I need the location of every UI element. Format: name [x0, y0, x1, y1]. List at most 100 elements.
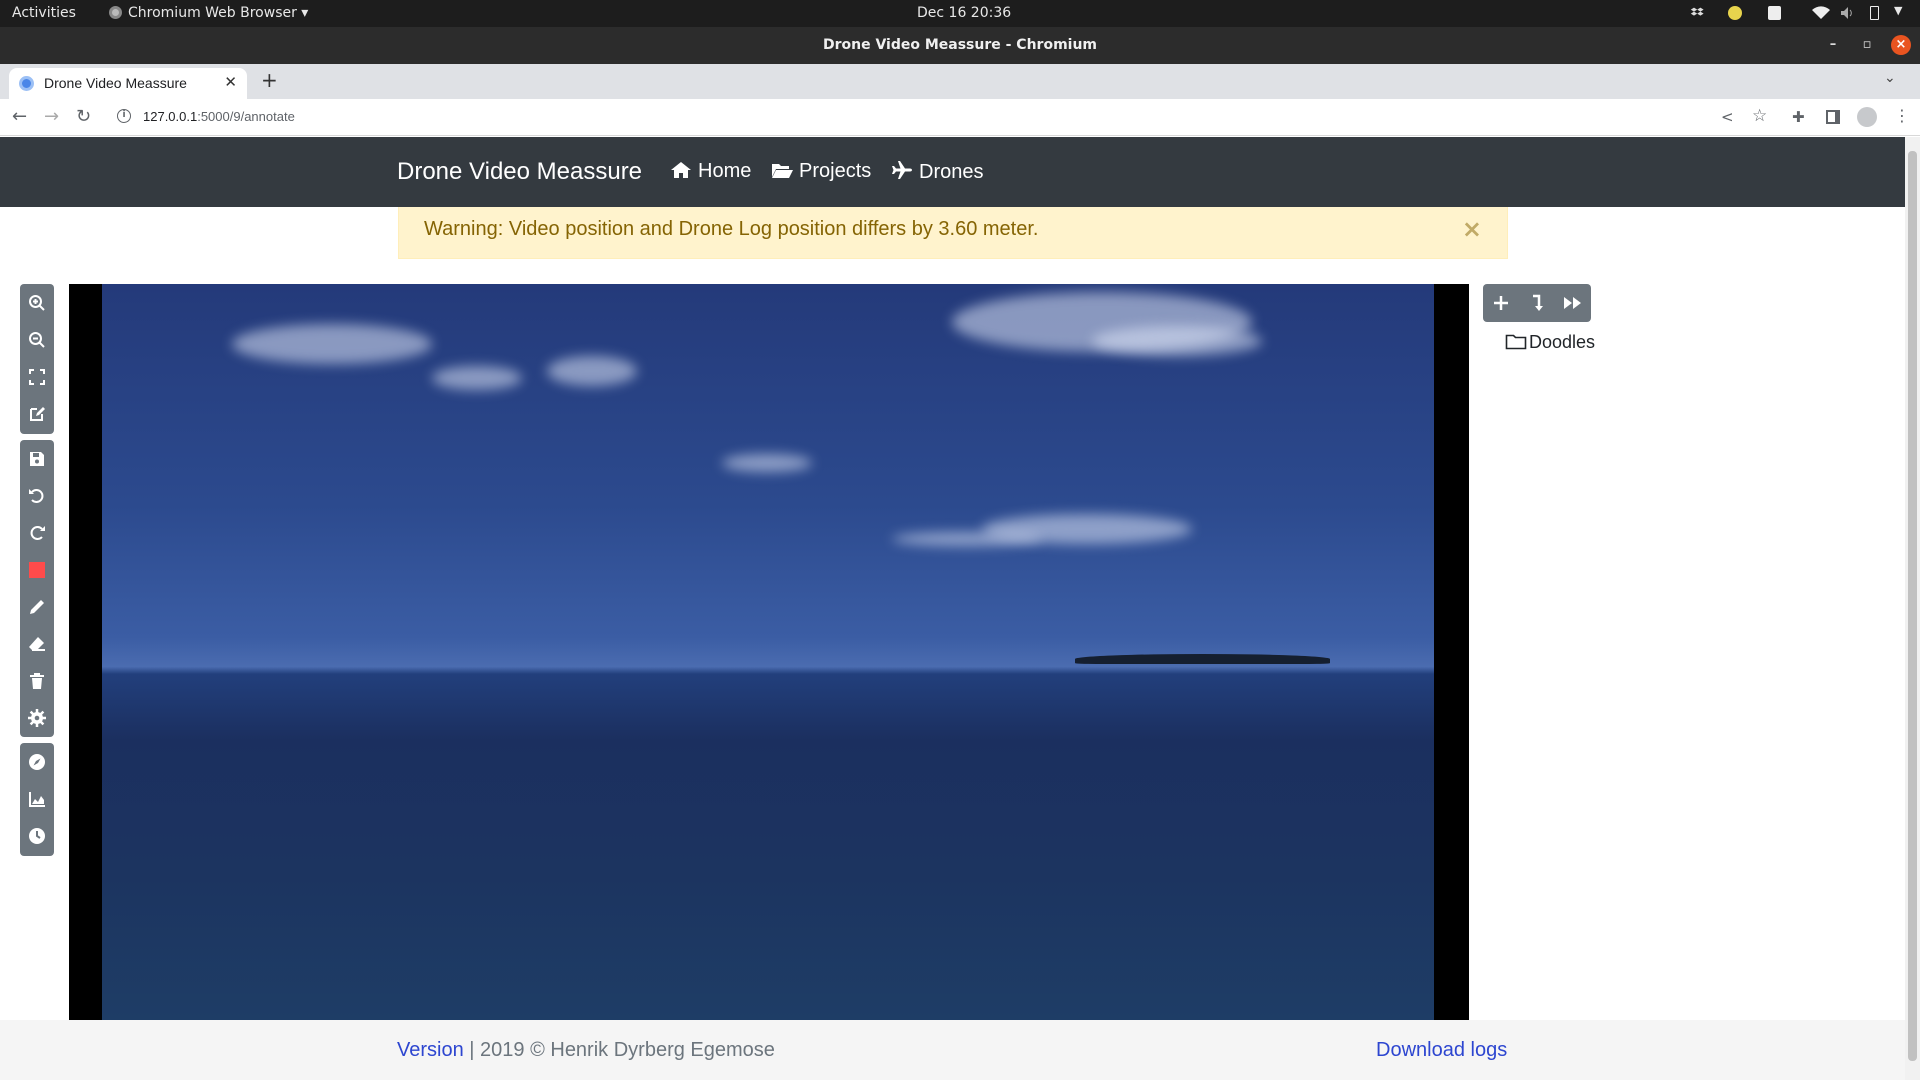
system-menu-arrow-icon[interactable]: ▼ — [1894, 4, 1902, 17]
cloud — [432, 366, 522, 390]
pencil-icon — [30, 599, 44, 614]
step-down-icon — [1533, 294, 1543, 311]
cloud — [1092, 326, 1262, 356]
undo-button[interactable] — [20, 477, 54, 514]
nav-projects-link[interactable]: Projects — [771, 160, 871, 183]
url-path: :5000/9/annotate — [197, 109, 295, 124]
video-player[interactable] — [69, 284, 1469, 1020]
wifi-icon[interactable] — [1812, 6, 1830, 20]
url-host: 127.0.0.1 — [143, 109, 198, 124]
save-button[interactable] — [20, 440, 54, 477]
step-down-button[interactable] — [1519, 284, 1555, 322]
window-title-bar: Drone Video Meassure - Chromium – ▫ × — [0, 27, 1920, 64]
clock[interactable]: Dec 16 20:36 — [917, 5, 1011, 21]
bookmark-star-icon[interactable]: ☆ — [1752, 106, 1767, 126]
settings-icon — [28, 708, 46, 727]
profile-avatar-icon[interactable] — [1857, 107, 1877, 127]
compass-button[interactable] — [20, 743, 54, 780]
reload-icon[interactable]: ↻ — [76, 106, 91, 127]
clock-button[interactable] — [20, 817, 54, 854]
tree-item-doodles[interactable]: Doodles — [1505, 332, 1595, 352]
add-layer-button[interactable] — [1483, 284, 1519, 322]
notes-icon[interactable] — [1768, 6, 1781, 20]
tab-search-chevron-icon[interactable]: ⌄ — [1884, 70, 1896, 86]
activities-button[interactable]: Activities — [12, 5, 76, 21]
chart-button[interactable] — [20, 780, 54, 817]
window-title: Drone Video Meassure - Chromium — [822, 37, 1098, 53]
video-frame[interactable] — [102, 284, 1434, 1020]
home-icon — [671, 162, 691, 178]
os-top-bar: Activities Chromium Web Browser ▾ Dec 16… — [0, 0, 1920, 27]
app-menu[interactable]: Chromium Web Browser ▾ — [109, 5, 308, 21]
fast-forward-button[interactable] — [1555, 284, 1591, 322]
navbar-brand[interactable]: Drone Video Meassure — [397, 158, 642, 186]
minimize-icon[interactable]: – — [1823, 35, 1843, 55]
fullscreen-button[interactable] — [20, 358, 54, 395]
color-swatch-icon — [29, 561, 45, 578]
zoom-in-button[interactable] — [20, 284, 54, 321]
tab-strip: Drone Video Meassure ✕ — [0, 64, 1920, 99]
plus-icon — [1494, 296, 1508, 310]
eraser-button[interactable] — [20, 625, 54, 662]
back-icon[interactable]: ← — [12, 106, 27, 127]
version-link[interactable]: Version — [397, 1039, 464, 1061]
copyright-text: | 2019 © Henrik Dyrberg Egemose — [463, 1039, 775, 1061]
new-tab-icon[interactable]: + — [261, 68, 278, 92]
tab-close-icon[interactable]: ✕ — [224, 73, 237, 91]
forward-icon[interactable]: → — [44, 106, 59, 127]
side-panel-icon[interactable] — [1826, 110, 1840, 124]
tab-drone-video-meassure[interactable]: Drone Video Meassure ✕ — [9, 68, 247, 99]
edit-icon — [30, 406, 45, 421]
maximize-icon[interactable]: ▫ — [1857, 35, 1877, 55]
delete-button[interactable] — [20, 662, 54, 699]
volume-icon[interactable] — [1840, 6, 1856, 20]
color-swatch-button[interactable] — [20, 551, 54, 588]
footer-copyright: Version | 2019 © Henrik Dyrberg Egemose — [397, 1039, 775, 1062]
chromium-icon — [109, 6, 122, 19]
island — [1075, 654, 1330, 664]
page-scrollbar[interactable] — [1905, 137, 1920, 1080]
scrollbar-thumb[interactable] — [1908, 151, 1917, 1061]
zoom-in-icon — [29, 294, 45, 311]
cloud — [892, 532, 1042, 546]
compass-icon — [29, 753, 45, 770]
zoom-out-button[interactable] — [20, 321, 54, 358]
nav-home-link[interactable]: Home — [670, 160, 751, 183]
analysis-toolbar-group — [20, 743, 54, 856]
undo-icon — [29, 488, 44, 503]
site-navbar: Drone Video Meassure Home Projects Drone… — [0, 137, 1905, 207]
battery-icon[interactable] — [1870, 6, 1879, 20]
warning-alert: Warning: Video position and Drone Log po… — [398, 207, 1508, 259]
page-footer: Version | 2019 © Henrik Dyrberg Egemose … — [0, 1020, 1905, 1080]
extensions-icon[interactable]: ✚ — [1792, 108, 1805, 126]
status-indicator-icon[interactable] — [1728, 6, 1742, 20]
cloud — [547, 356, 637, 386]
redo-button[interactable] — [20, 514, 54, 551]
plane-icon — [892, 161, 912, 179]
nav-projects-label: Projects — [799, 160, 872, 182]
pencil-button[interactable] — [20, 588, 54, 625]
window-close-icon[interactable]: × — [1891, 35, 1911, 55]
nav-drones-link[interactable]: Drones — [891, 160, 983, 184]
clock-icon — [29, 827, 45, 844]
chrome-menu-icon[interactable]: ⋮ — [1894, 106, 1910, 125]
trash-icon — [30, 672, 44, 689]
layer-tree: Doodles — [1505, 332, 1595, 353]
address-bar[interactable]: 127.0.0.1:5000/9/annotate — [143, 109, 295, 124]
alert-close-button[interactable]: × — [1462, 215, 1482, 243]
site-info-icon[interactable]: i — [117, 109, 131, 123]
edit-button[interactable] — [20, 395, 54, 432]
redo-icon — [30, 525, 45, 540]
zoom-out-icon — [29, 331, 45, 348]
fast-forward-icon — [1564, 297, 1581, 309]
settings-button[interactable] — [20, 699, 54, 736]
download-logs-link[interactable]: Download logs — [1376, 1039, 1507, 1061]
dropbox-icon[interactable] — [1690, 6, 1704, 20]
browser-toolbar: ← → ↻ i 127.0.0.1:5000/9/annotate < ☆ ✚ … — [0, 99, 1920, 136]
folder-open-icon — [772, 164, 793, 178]
eraser-icon — [29, 636, 45, 651]
tree-item-label: Doodles — [1529, 332, 1596, 352]
fullscreen-icon — [29, 368, 45, 385]
view-toolbar-group — [20, 284, 54, 434]
share-icon[interactable]: < — [1721, 108, 1734, 126]
